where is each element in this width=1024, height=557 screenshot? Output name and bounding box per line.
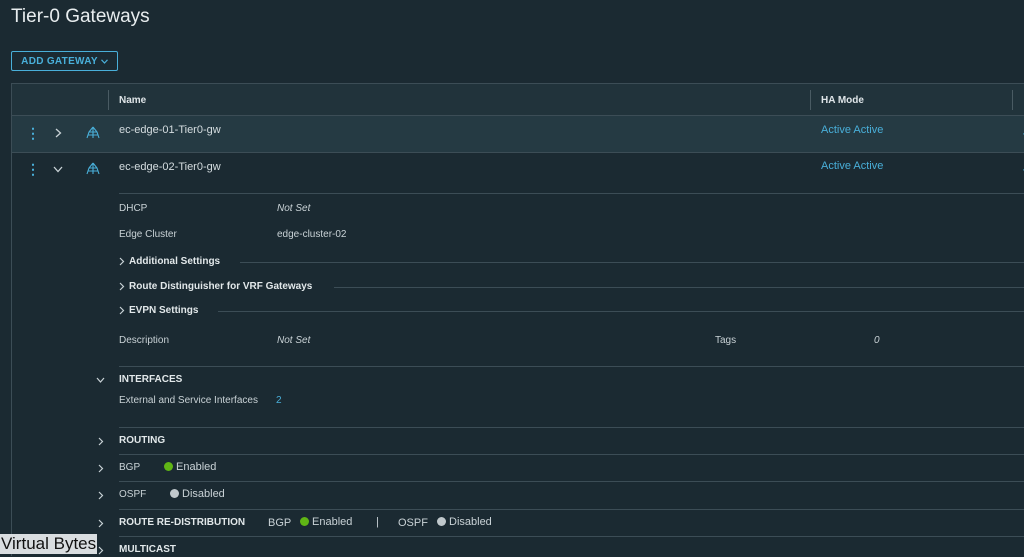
chevron-right-icon[interactable] [98, 519, 104, 528]
gateway-icon [86, 126, 100, 139]
chevron-right-icon[interactable] [98, 491, 104, 500]
disabled-status-icon [437, 516, 446, 526]
divider [119, 509, 1024, 510]
kebab-menu-icon[interactable]: ⋮ [26, 162, 40, 176]
gateway-name[interactable]: ec-edge-02-Tier0-gw [119, 161, 221, 173]
ha-mode-value[interactable]: Active Active [821, 124, 883, 136]
column-header-name[interactable]: Name [119, 95, 146, 106]
additional-settings-toggle[interactable]: Additional Settings [119, 256, 220, 267]
additional-settings-label: Additional Settings [129, 256, 221, 267]
chevron-right-icon[interactable] [98, 546, 104, 555]
chevron-right-icon [119, 282, 125, 291]
chevron-right-icon[interactable] [98, 437, 104, 446]
enabled-status-icon [164, 461, 173, 471]
evpn-settings-label: EVPN Settings [129, 305, 199, 316]
chevron-down-icon [100, 58, 108, 64]
dhcp-value: Not Set [277, 203, 311, 214]
external-service-interfaces-label: External and Service Interfaces [119, 395, 258, 406]
chevron-right-icon[interactable] [55, 128, 62, 138]
grid-header: Name HA Mode [12, 84, 1024, 116]
edge-cluster-label: Edge Cluster [119, 229, 177, 240]
chevron-right-icon [119, 257, 125, 266]
description-value: Not Set [277, 335, 311, 346]
chevron-right-icon [119, 306, 125, 315]
multicast-section-title: MULTICAST [119, 544, 177, 555]
evpn-settings-toggle[interactable]: EVPN Settings [119, 305, 198, 316]
enabled-status-icon [300, 516, 309, 526]
add-gateway-label: ADD GATEWAY [21, 55, 98, 67]
bgp-label: BGP [119, 462, 141, 473]
watermark-text: Virtual Bytes [0, 534, 98, 554]
column-divider [1012, 90, 1013, 110]
divider [119, 481, 1024, 482]
chevron-down-icon[interactable] [53, 166, 63, 173]
route-distinguisher-toggle[interactable]: Route Distinguisher for VRF Gateways [119, 281, 312, 292]
column-header-ha-mode[interactable]: HA Mode [821, 95, 864, 106]
chevron-down-icon[interactable] [96, 377, 105, 383]
tags-label: Tags [715, 335, 737, 346]
gateways-grid: Name HA Mode ⋮ ec-edge-01-Tier0-gw Activ… [11, 83, 1024, 556]
gateway-icon [86, 162, 100, 175]
edge-cluster-value: edge-cluster-02 [277, 229, 347, 240]
page-title: Tier-0 Gateways [11, 6, 150, 27]
dhcp-label: DHCP [119, 203, 148, 214]
divider [119, 193, 1024, 194]
add-gateway-button[interactable]: ADD GATEWAY [11, 51, 118, 71]
table-row-expanded: ⋮ ec-edge-02-Tier0-gw Active Active · DH… [12, 153, 1024, 557]
redistribution-ospf-status-text: Disabled [449, 516, 492, 528]
column-divider [810, 90, 811, 110]
redistribution-bgp-status-text: Enabled [312, 516, 353, 528]
interfaces-section-title: INTERFACES [119, 374, 183, 385]
ospf-status-text: Disabled [182, 488, 225, 500]
divider [334, 287, 1024, 288]
ha-mode-value[interactable]: Active Active [821, 160, 883, 172]
route-redistribution-title: ROUTE RE-DISTRIBUTION [119, 517, 246, 528]
ospf-status: Disabled [170, 488, 225, 500]
divider [119, 366, 1024, 367]
external-service-interfaces-count[interactable]: 2 [276, 395, 282, 406]
disabled-status-icon [170, 488, 179, 498]
description-label: Description [119, 335, 170, 346]
table-row: ⋮ ec-edge-01-Tier0-gw Active Active · [12, 116, 1024, 153]
gateway-name[interactable]: ec-edge-01-Tier0-gw [119, 124, 221, 136]
divider [119, 536, 1024, 537]
redistribution-bgp-label: BGP [268, 517, 292, 529]
redistribution-bgp-status: Enabled [300, 516, 352, 528]
tags-value[interactable]: 0 [874, 335, 880, 346]
redistribution-ospf-status: Disabled [437, 516, 492, 528]
column-divider [108, 90, 109, 110]
divider [119, 427, 1024, 428]
route-distinguisher-label: Route Distinguisher for VRF Gateways [129, 281, 313, 292]
divider [240, 262, 1024, 263]
divider [218, 311, 1024, 312]
routing-section-title: ROUTING [119, 435, 166, 446]
kebab-menu-icon[interactable]: ⋮ [26, 126, 40, 140]
divider [119, 454, 1024, 455]
redistribution-ospf-label: OSPF [398, 517, 428, 529]
ospf-label: OSPF [119, 489, 147, 500]
bgp-status-text: Enabled [176, 461, 217, 473]
chevron-right-icon[interactable] [98, 464, 104, 473]
bgp-status: Enabled [164, 461, 216, 473]
status-separator: | [376, 516, 379, 528]
